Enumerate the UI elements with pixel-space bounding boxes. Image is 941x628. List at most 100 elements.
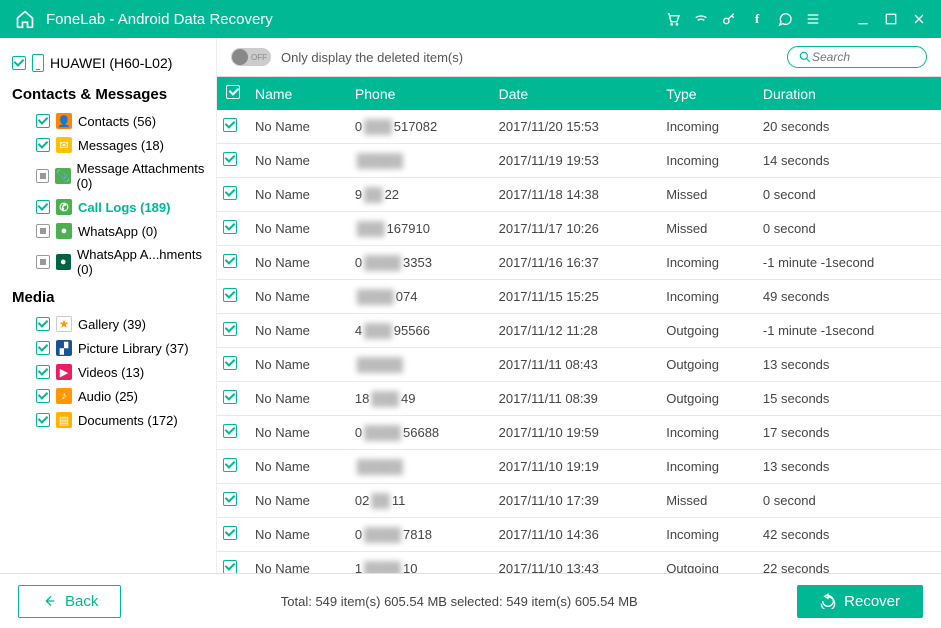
table-row[interactable]: No Name18███492017/11/11 08:39Outgoing15… xyxy=(217,382,941,416)
back-arrow-icon xyxy=(41,593,57,609)
row-checkbox[interactable] xyxy=(223,356,237,370)
sidebar-item[interactable]: ▤Documents (172) xyxy=(36,408,216,432)
table-row[interactable]: No Name████0742017/11/15 15:25Incoming49… xyxy=(217,280,941,314)
item-checkbox[interactable] xyxy=(36,413,50,427)
cell-name: No Name xyxy=(249,212,349,246)
table-row[interactable]: No Name█████2017/11/11 08:43Outgoing13 s… xyxy=(217,348,941,382)
table-row[interactable]: No Name9██222017/11/18 14:38Missed0 seco… xyxy=(217,178,941,212)
header-checkbox[interactable] xyxy=(217,77,249,110)
row-checkbox[interactable] xyxy=(223,254,237,268)
facebook-icon[interactable]: f xyxy=(749,11,765,27)
key-icon[interactable] xyxy=(721,11,737,27)
deleted-only-toggle[interactable]: OFF xyxy=(231,48,271,66)
header-phone[interactable]: Phone xyxy=(349,77,493,110)
cell-phone: █████ xyxy=(349,450,493,484)
table-row[interactable]: No Name0████566882017/11/10 19:59Incomin… xyxy=(217,416,941,450)
header-type[interactable]: Type xyxy=(660,77,757,110)
item-checkbox[interactable] xyxy=(36,224,50,238)
sidebar-item[interactable]: ▞Picture Library (37) xyxy=(36,336,216,360)
row-checkbox[interactable] xyxy=(223,220,237,234)
cart-icon[interactable] xyxy=(665,11,681,27)
category-icon: ● xyxy=(56,254,71,270)
sidebar-item[interactable]: 👤Contacts (56) xyxy=(36,109,216,133)
row-checkbox[interactable] xyxy=(223,186,237,200)
titlebar-icons: f xyxy=(665,11,927,27)
maximize-icon[interactable] xyxy=(883,11,899,27)
device-row[interactable]: HUAWEI (H60-L02) xyxy=(12,48,216,78)
wifi-icon[interactable] xyxy=(693,11,709,27)
item-checkbox[interactable] xyxy=(36,389,50,403)
phone-icon xyxy=(32,54,44,72)
item-checkbox[interactable] xyxy=(36,341,50,355)
table-row[interactable]: No Name1████102017/11/10 13:43Outgoing22… xyxy=(217,552,941,574)
sidebar-item[interactable]: ♪Audio (25) xyxy=(36,384,216,408)
sidebar-item[interactable]: ✆Call Logs (189) xyxy=(36,195,216,219)
row-checkbox[interactable] xyxy=(223,390,237,404)
home-icon[interactable] xyxy=(14,8,36,30)
header-date[interactable]: Date xyxy=(493,77,661,110)
cell-type: Outgoing xyxy=(660,552,757,574)
header-duration[interactable]: Duration xyxy=(757,77,941,110)
item-checkbox[interactable] xyxy=(36,200,50,214)
cell-duration: 0 second xyxy=(757,484,941,518)
sidebar-item[interactable]: ●WhatsApp A...hments (0) xyxy=(36,243,216,281)
table-row[interactable]: No Name0███5170822017/11/20 15:53Incomin… xyxy=(217,110,941,144)
row-checkbox[interactable] xyxy=(223,458,237,472)
minimize-icon[interactable] xyxy=(855,11,871,27)
category-icon xyxy=(56,316,72,332)
item-checkbox[interactable] xyxy=(36,317,50,331)
sidebar-item[interactable]: ▶Videos (13) xyxy=(36,360,216,384)
search-input[interactable] xyxy=(812,50,912,64)
row-checkbox[interactable] xyxy=(223,118,237,132)
table-row[interactable]: No Name█████2017/11/10 19:19Incoming13 s… xyxy=(217,450,941,484)
cell-duration: 17 seconds xyxy=(757,416,941,450)
sidebar-item-label: Call Logs (189) xyxy=(78,200,170,215)
item-checkbox[interactable] xyxy=(36,169,49,183)
cell-duration: -1 minute -1second xyxy=(757,246,941,280)
table-wrap[interactable]: Name Phone Date Type Duration No Name0██… xyxy=(217,76,941,573)
table-row[interactable]: No Name0████33532017/11/16 16:37Incoming… xyxy=(217,246,941,280)
header-name[interactable]: Name xyxy=(249,77,349,110)
device-checkbox[interactable] xyxy=(12,56,26,70)
search-box[interactable] xyxy=(787,46,927,68)
sidebar-item[interactable]: ✉Messages (18) xyxy=(36,133,216,157)
item-checkbox[interactable] xyxy=(36,365,50,379)
call-log-table: Name Phone Date Type Duration No Name0██… xyxy=(217,77,941,573)
cell-type: Incoming xyxy=(660,518,757,552)
message-icon[interactable] xyxy=(777,11,793,27)
cell-name: No Name xyxy=(249,382,349,416)
cell-date: 2017/11/16 16:37 xyxy=(493,246,661,280)
row-checkbox[interactable] xyxy=(223,560,237,573)
item-checkbox[interactable] xyxy=(36,138,50,152)
back-button[interactable]: Back xyxy=(18,585,121,618)
table-row[interactable]: No Name0████78182017/11/10 14:36Incoming… xyxy=(217,518,941,552)
category-icon: 📎 xyxy=(55,168,70,184)
sidebar-item[interactable]: Gallery (39) xyxy=(36,312,216,336)
row-checkbox[interactable] xyxy=(223,424,237,438)
close-icon[interactable] xyxy=(911,11,927,27)
section-contacts-messages: Contacts & Messages xyxy=(12,86,216,103)
menu-icon[interactable] xyxy=(805,11,821,27)
sidebar-item[interactable]: 📎Message Attachments (0) xyxy=(36,157,216,195)
sidebar-item[interactable]: ●WhatsApp (0) xyxy=(36,219,216,243)
table-row[interactable]: No Name02██112017/11/10 17:39Missed0 sec… xyxy=(217,484,941,518)
cell-date: 2017/11/17 10:26 xyxy=(493,212,661,246)
row-checkbox[interactable] xyxy=(223,288,237,302)
sidebar-item-label: Audio (25) xyxy=(78,389,138,404)
row-checkbox[interactable] xyxy=(223,492,237,506)
recover-button[interactable]: Recover xyxy=(797,585,923,618)
cell-date: 2017/11/18 14:38 xyxy=(493,178,661,212)
item-checkbox[interactable] xyxy=(36,114,50,128)
table-row[interactable]: No Name███1679102017/11/17 10:26Missed0 … xyxy=(217,212,941,246)
cell-type: Missed xyxy=(660,212,757,246)
row-checkbox[interactable] xyxy=(223,526,237,540)
table-row[interactable]: No Name█████2017/11/19 19:53Incoming14 s… xyxy=(217,144,941,178)
cell-phone: 9██22 xyxy=(349,178,493,212)
item-checkbox[interactable] xyxy=(36,255,50,269)
cell-date: 2017/11/11 08:39 xyxy=(493,382,661,416)
cell-duration: 14 seconds xyxy=(757,144,941,178)
row-checkbox[interactable] xyxy=(223,152,237,166)
row-checkbox[interactable] xyxy=(223,322,237,336)
table-row[interactable]: No Name4███955662017/11/12 11:28Outgoing… xyxy=(217,314,941,348)
cell-type: Incoming xyxy=(660,450,757,484)
